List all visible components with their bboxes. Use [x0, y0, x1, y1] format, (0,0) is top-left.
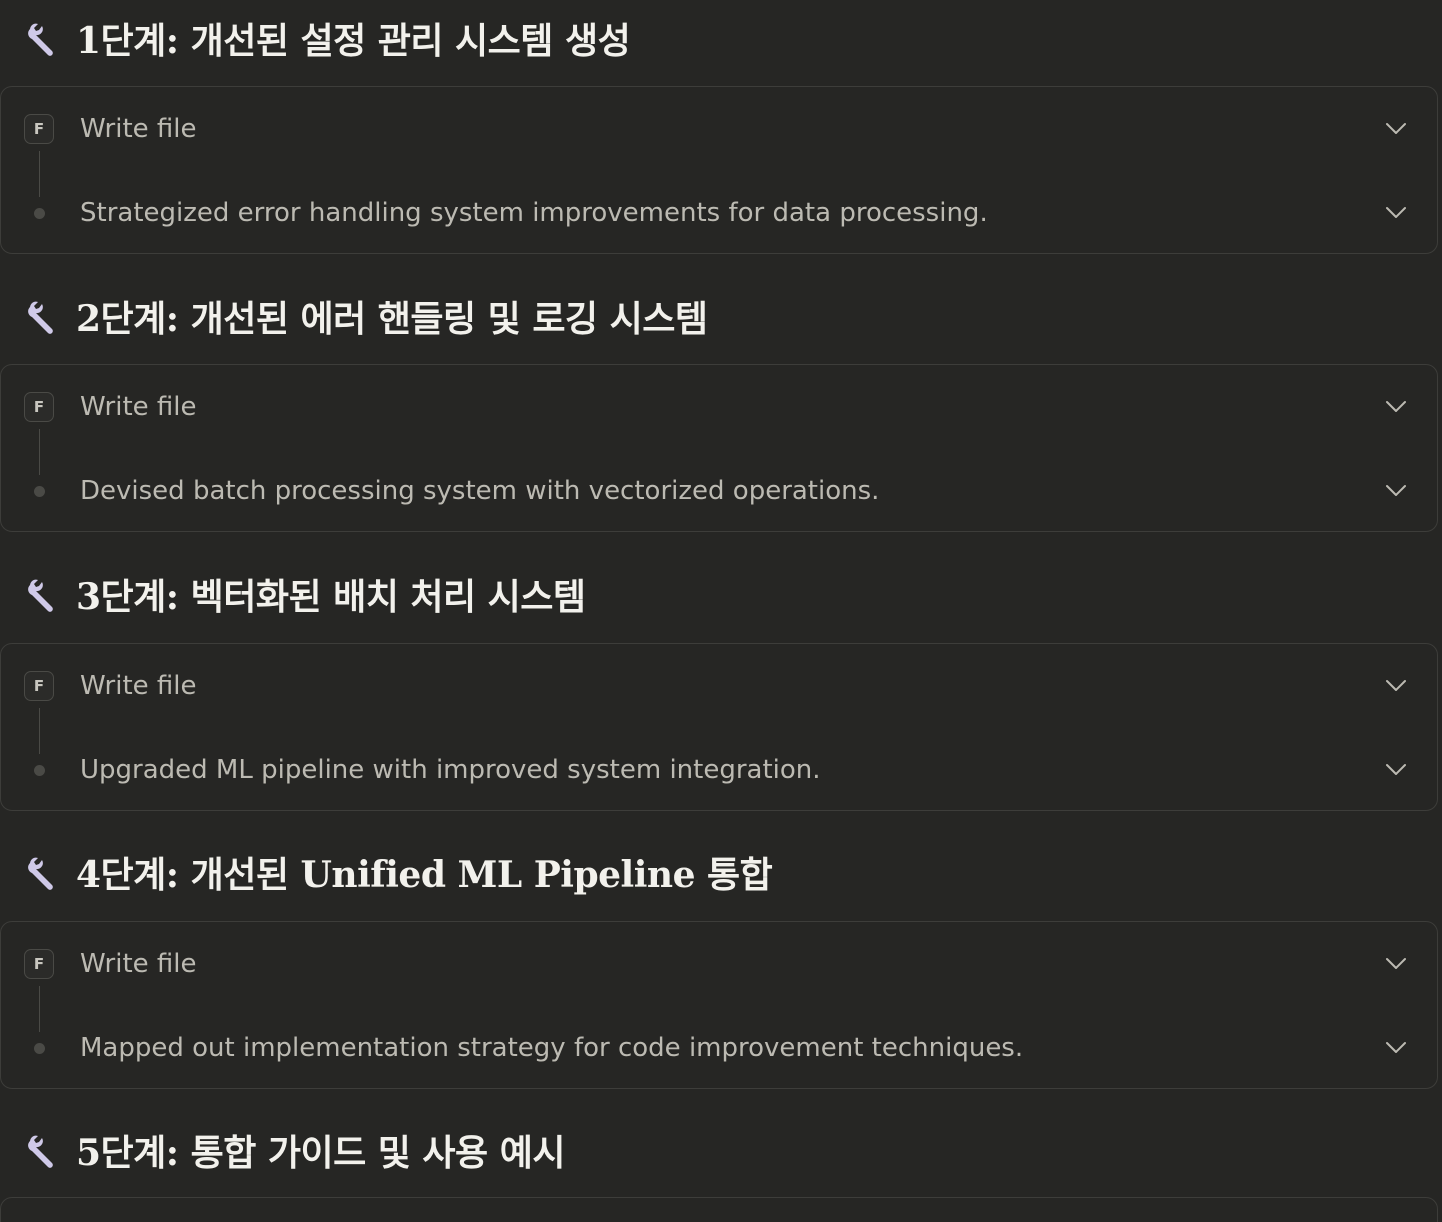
- action-label: Write file: [80, 949, 197, 979]
- file-badge-icon: F: [24, 949, 54, 979]
- step-3-heading: 3단계: 벡터화된 배치 처리 시스템: [22, 570, 586, 618]
- step-2-heading: 2단계: 개선된 에러 핸들링 및 로깅 시스템: [22, 292, 708, 340]
- summary-text: Devised batch processing system with vec…: [80, 476, 880, 506]
- write-file-row[interactable]: F Write file: [1, 944, 1437, 984]
- timeline-dot: [34, 207, 45, 219]
- write-file-row[interactable]: F Write file: [1, 109, 1437, 149]
- chevron-down-icon[interactable]: [1385, 206, 1407, 220]
- wrench-icon: [28, 1135, 53, 1168]
- summary-text: Strategized error handling system improv…: [80, 198, 988, 228]
- timeline-connector: [39, 708, 40, 754]
- chevron-down-icon[interactable]: [1385, 484, 1407, 498]
- chevron-down-icon[interactable]: [1385, 400, 1407, 414]
- step-title: 3단계: 벡터화된 배치 처리 시스템: [76, 576, 586, 618]
- step-title: 1단계: 개선된 설정 관리 시스템 생성: [76, 20, 631, 62]
- summary-row[interactable]: Upgraded ML pipeline with improved syste…: [1, 750, 1437, 790]
- tool-card: F Write file Strategized error handling …: [0, 86, 1438, 254]
- write-file-row[interactable]: F Write file: [1, 387, 1437, 427]
- tool-card: F Write file Devised batch processing sy…: [0, 364, 1438, 532]
- timeline-connector: [39, 151, 40, 197]
- file-badge-icon: F: [24, 671, 54, 701]
- chevron-down-icon[interactable]: [1385, 1041, 1407, 1055]
- step-title: 2단계: 개선된 에러 핸들링 및 로깅 시스템: [76, 298, 708, 340]
- step-4-heading: 4단계: 개선된 Unified ML Pipeline 통합: [22, 848, 773, 896]
- write-file-row[interactable]: F Write file: [1, 666, 1437, 706]
- action-label: Write file: [80, 392, 197, 422]
- summary-row[interactable]: Mapped out implementation strategy for c…: [1, 1028, 1437, 1068]
- wrench-icon: [28, 857, 53, 890]
- action-label: Write file: [80, 114, 197, 144]
- wrench-icon: [28, 23, 53, 56]
- step-5-heading: 5단계: 통합 가이드 및 사용 예시: [22, 1126, 565, 1174]
- summary-row[interactable]: Strategized error handling system improv…: [1, 193, 1437, 233]
- wrench-icon: [28, 301, 53, 334]
- step-title: 4단계: 개선된 Unified ML Pipeline 통합: [76, 854, 773, 896]
- chevron-down-icon[interactable]: [1385, 763, 1407, 777]
- step-title: 5단계: 통합 가이드 및 사용 예시: [76, 1132, 565, 1174]
- summary-text: Mapped out implementation strategy for c…: [80, 1033, 1024, 1063]
- chevron-down-icon[interactable]: [1385, 957, 1407, 971]
- wrench-icon: [28, 579, 53, 612]
- summary-text: Upgraded ML pipeline with improved syste…: [80, 755, 821, 785]
- file-badge-icon: F: [24, 392, 54, 422]
- chevron-down-icon[interactable]: [1385, 679, 1407, 693]
- tool-card-partial: [0, 1197, 1438, 1222]
- tool-card: F Write file Upgraded ML pipeline with i…: [0, 643, 1438, 811]
- tool-card: F Write file Mapped out implementation s…: [0, 921, 1438, 1089]
- timeline-connector: [39, 429, 40, 475]
- action-label: Write file: [80, 671, 197, 701]
- chevron-down-icon[interactable]: [1385, 122, 1407, 136]
- file-badge-icon: F: [24, 114, 54, 144]
- timeline-dot: [34, 764, 45, 776]
- step-1-heading: 1단계: 개선된 설정 관리 시스템 생성: [22, 14, 631, 62]
- timeline-dot: [34, 1042, 45, 1054]
- timeline-connector: [39, 986, 40, 1032]
- summary-row[interactable]: Devised batch processing system with vec…: [1, 471, 1437, 511]
- timeline-dot: [34, 485, 45, 497]
